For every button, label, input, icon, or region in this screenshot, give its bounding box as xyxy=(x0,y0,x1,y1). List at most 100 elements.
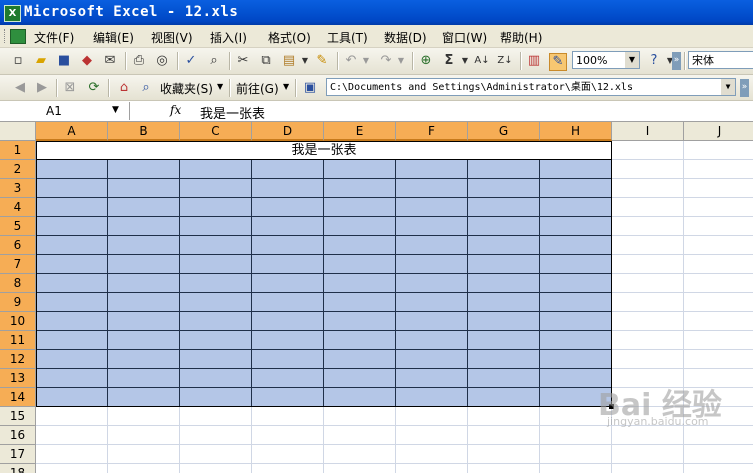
row-header-7[interactable]: 7 xyxy=(0,255,36,274)
cell-g5[interactable] xyxy=(468,217,540,236)
cell-e5[interactable] xyxy=(324,217,396,236)
cell-e12[interactable] xyxy=(324,350,396,369)
cell-j12[interactable] xyxy=(684,350,753,369)
cell-h3[interactable] xyxy=(540,179,612,198)
favorites-dropdown-icon[interactable]: ▼ xyxy=(217,82,223,91)
cell-d8[interactable] xyxy=(252,274,324,293)
cell-a13[interactable] xyxy=(36,369,108,388)
cell-g15[interactable] xyxy=(468,407,540,426)
cell-e11[interactable] xyxy=(324,331,396,350)
email-icon[interactable]: ✉ xyxy=(102,53,118,69)
cell-e6[interactable] xyxy=(324,236,396,255)
cell-c13[interactable] xyxy=(180,369,252,388)
cell-a6[interactable] xyxy=(36,236,108,255)
cell-a5[interactable] xyxy=(36,217,108,236)
cell-c5[interactable] xyxy=(180,217,252,236)
cell-g14[interactable] xyxy=(468,388,540,407)
cell-c6[interactable] xyxy=(180,236,252,255)
cell-i5[interactable] xyxy=(612,217,684,236)
undo-dropdown-icon[interactable]: ▼ xyxy=(358,53,374,69)
cell-c2[interactable] xyxy=(180,160,252,179)
cell-i16[interactable] xyxy=(612,426,684,445)
cell-h4[interactable] xyxy=(540,198,612,217)
row-header-4[interactable]: 4 xyxy=(0,198,36,217)
workbook-icon[interactable] xyxy=(10,29,26,44)
print-icon[interactable]: ⎙ xyxy=(131,53,147,69)
cell-b16[interactable] xyxy=(108,426,180,445)
cell-h17[interactable] xyxy=(540,445,612,464)
cell-i9[interactable] xyxy=(612,293,684,312)
cell-h7[interactable] xyxy=(540,255,612,274)
cell-h11[interactable] xyxy=(540,331,612,350)
cell-b4[interactable] xyxy=(108,198,180,217)
cell-g8[interactable] xyxy=(468,274,540,293)
chevron-down-icon[interactable]: ▼ xyxy=(721,79,735,95)
cell-i10[interactable] xyxy=(612,312,684,331)
print-preview-icon[interactable]: ◎ xyxy=(154,53,170,69)
sort-ascending-icon[interactable]: A↓ xyxy=(474,53,490,69)
column-header-d[interactable]: D xyxy=(252,122,324,141)
cell-c9[interactable] xyxy=(180,293,252,312)
cell-a18[interactable] xyxy=(36,464,108,473)
cell-j17[interactable] xyxy=(684,445,753,464)
back-icon[interactable]: ◀ xyxy=(12,80,28,96)
cell-d13[interactable] xyxy=(252,369,324,388)
cell-d5[interactable] xyxy=(252,217,324,236)
merged-cell-a1-h1[interactable]: 我是一张表 xyxy=(36,141,612,160)
row-header-15[interactable]: 15 xyxy=(0,407,36,426)
cell-b7[interactable] xyxy=(108,255,180,274)
cell-g3[interactable] xyxy=(468,179,540,198)
cell-d4[interactable] xyxy=(252,198,324,217)
cell-j2[interactable] xyxy=(684,160,753,179)
row-header-14[interactable]: 14 xyxy=(0,388,36,407)
cell-d14[interactable] xyxy=(252,388,324,407)
cell-j5[interactable] xyxy=(684,217,753,236)
menu-tools[interactable]: 工具(T) xyxy=(327,29,368,46)
cell-a15[interactable] xyxy=(36,407,108,426)
menu-window[interactable]: 窗口(W) xyxy=(442,29,487,46)
row-header-5[interactable]: 5 xyxy=(0,217,36,236)
font-select[interactable]: 宋体 xyxy=(688,51,753,69)
cell-b2[interactable] xyxy=(108,160,180,179)
goto-dropdown-icon[interactable]: ▼ xyxy=(283,82,289,91)
cell-c11[interactable] xyxy=(180,331,252,350)
cell-f9[interactable] xyxy=(396,293,468,312)
cell-j9[interactable] xyxy=(684,293,753,312)
cell-a4[interactable] xyxy=(36,198,108,217)
cell-e13[interactable] xyxy=(324,369,396,388)
row-header-10[interactable]: 10 xyxy=(0,312,36,331)
cell-f2[interactable] xyxy=(396,160,468,179)
row-header-2[interactable]: 2 xyxy=(0,160,36,179)
cell-a8[interactable] xyxy=(36,274,108,293)
menu-data[interactable]: 数据(D) xyxy=(384,29,427,46)
open-folder-icon[interactable]: ▰ xyxy=(33,53,49,69)
column-header-j[interactable]: J xyxy=(684,122,753,141)
cell-f4[interactable] xyxy=(396,198,468,217)
cell-d2[interactable] xyxy=(252,160,324,179)
cell-j1[interactable] xyxy=(684,141,753,160)
row-header-6[interactable]: 6 xyxy=(0,236,36,255)
cell-a17[interactable] xyxy=(36,445,108,464)
cell-g12[interactable] xyxy=(468,350,540,369)
cell-j7[interactable] xyxy=(684,255,753,274)
cell-h10[interactable] xyxy=(540,312,612,331)
drawing-icon[interactable]: ✎ xyxy=(549,53,567,71)
cell-d9[interactable] xyxy=(252,293,324,312)
cell-c16[interactable] xyxy=(180,426,252,445)
menu-grip[interactable] xyxy=(4,29,8,43)
cell-g18[interactable] xyxy=(468,464,540,473)
chevron-down-icon[interactable]: ▼ xyxy=(625,52,639,68)
menu-format[interactable]: 格式(O) xyxy=(268,29,311,46)
toolbar-options-icon[interactable]: » xyxy=(740,79,749,97)
cell-f13[interactable] xyxy=(396,369,468,388)
goto-menu[interactable]: 前往(G) xyxy=(236,80,279,97)
menu-help[interactable]: 帮助(H) xyxy=(500,29,542,46)
column-header-e[interactable]: E xyxy=(324,122,396,141)
cell-g11[interactable] xyxy=(468,331,540,350)
cell-a3[interactable] xyxy=(36,179,108,198)
cell-c3[interactable] xyxy=(180,179,252,198)
cell-a10[interactable] xyxy=(36,312,108,331)
cell-c15[interactable] xyxy=(180,407,252,426)
formula-input[interactable]: 我是一张表 xyxy=(200,103,265,122)
cell-j10[interactable] xyxy=(684,312,753,331)
